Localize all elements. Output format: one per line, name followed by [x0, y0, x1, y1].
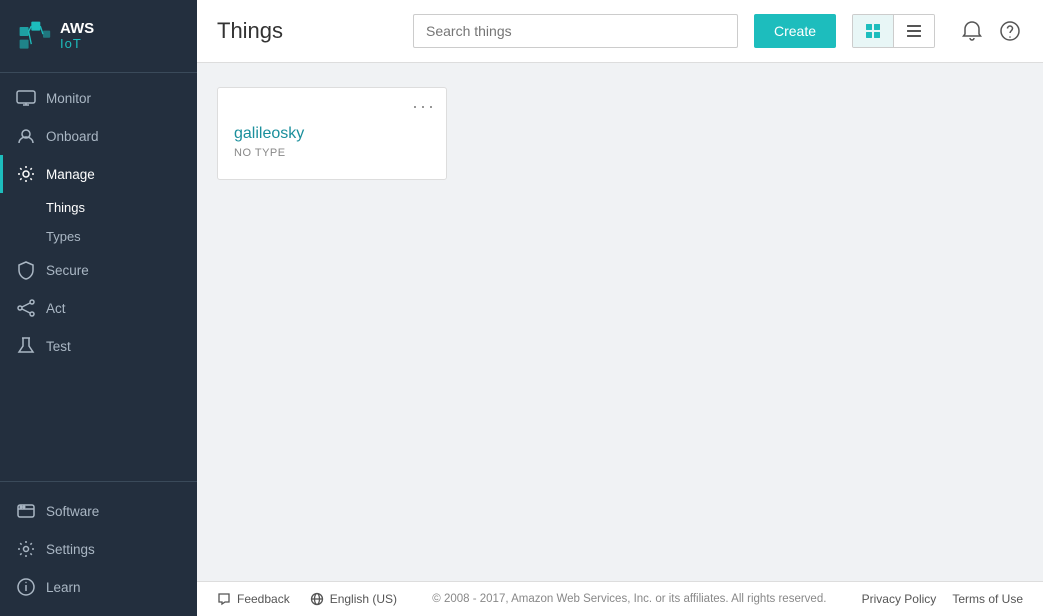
onboard-icon [16, 126, 36, 146]
help-icon [999, 20, 1021, 42]
act-icon [16, 298, 36, 318]
sidebar-item-monitor[interactable]: Monitor [0, 79, 197, 117]
test-icon [16, 336, 36, 356]
privacy-policy-link[interactable]: Privacy Policy [862, 592, 937, 606]
page-title: Things [217, 18, 397, 44]
view-toggle [852, 14, 935, 48]
language-link[interactable]: English (US) [310, 592, 397, 606]
terms-of-use-link[interactable]: Terms of Use [952, 592, 1023, 606]
settings-icon [16, 539, 36, 559]
logo-text: AWS IoT [60, 21, 94, 52]
topbar: Things Create [197, 0, 1043, 63]
sidebar-item-act[interactable]: Act [0, 289, 197, 327]
logo[interactable]: AWS IoT [0, 0, 197, 73]
sidebar-label-software: Software [46, 504, 99, 519]
sidebar-label-test: Test [46, 339, 71, 354]
thing-card-header: ··· [218, 88, 446, 121]
manage-subnav: Things Types [0, 193, 197, 251]
list-icon [906, 23, 922, 39]
sidebar-item-secure[interactable]: Secure [0, 251, 197, 289]
sidebar-label-monitor: Monitor [46, 91, 91, 106]
header-icons [959, 18, 1023, 44]
feedback-icon [217, 592, 231, 606]
notification-button[interactable] [959, 18, 985, 44]
sidebar-label-secure: Secure [46, 263, 89, 278]
create-button[interactable]: Create [754, 14, 836, 48]
aws-iot-logo-icon [16, 18, 52, 54]
footer-right: Privacy Policy Terms of Use [862, 592, 1023, 606]
sidebar-label-onboard: Onboard [46, 129, 99, 144]
main-content: Things Create [197, 0, 1043, 616]
feedback-link[interactable]: Feedback [217, 592, 290, 606]
sidebar-footer: Software Settings Learn [0, 481, 197, 616]
language-label: English (US) [330, 592, 397, 606]
search-input[interactable] [413, 14, 738, 48]
software-icon [16, 501, 36, 521]
list-view-button[interactable] [893, 15, 934, 47]
sidebar-item-settings[interactable]: Settings [0, 530, 197, 568]
sidebar-label-settings: Settings [46, 542, 95, 557]
thing-card: ··· galileosky NO TYPE [217, 87, 447, 180]
grid-view-button[interactable] [853, 15, 893, 47]
sidebar-item-types[interactable]: Types [46, 222, 197, 251]
sidebar-item-things[interactable]: Things [46, 193, 197, 222]
thing-card-body: galileosky NO TYPE [218, 121, 446, 179]
thing-card-menu-button[interactable]: ··· [412, 96, 436, 117]
footer-copyright: © 2008 - 2017, Amazon Web Services, Inc.… [432, 593, 826, 605]
sidebar-item-test[interactable]: Test [0, 327, 197, 365]
monitor-icon [16, 88, 36, 108]
content-area: ··· galileosky NO TYPE [197, 63, 1043, 581]
feedback-label: Feedback [237, 592, 290, 606]
sidebar-label-manage: Manage [46, 167, 95, 182]
logo-aws: AWS [60, 21, 94, 38]
sidebar-item-software[interactable]: Software [0, 492, 197, 530]
sidebar-nav: Monitor Onboard Manage Things [0, 73, 197, 481]
grid-icon [865, 23, 881, 39]
footer-left: Feedback English (US) [217, 592, 397, 606]
logo-iot: IoT [60, 37, 94, 51]
footer: Feedback English (US) © 2008 - 2017, Ama… [197, 581, 1043, 616]
sidebar-item-manage[interactable]: Manage [0, 155, 197, 193]
secure-icon [16, 260, 36, 280]
globe-icon [310, 592, 324, 606]
sidebar-label-act: Act [46, 301, 66, 316]
thing-name[interactable]: galileosky [234, 125, 430, 143]
sidebar-item-onboard[interactable]: Onboard [0, 117, 197, 155]
sidebar-item-learn[interactable]: Learn [0, 568, 197, 606]
bell-icon [961, 20, 983, 42]
page-title-area: Things [217, 18, 397, 44]
thing-type: NO TYPE [234, 147, 430, 159]
help-button[interactable] [997, 18, 1023, 44]
learn-icon [16, 577, 36, 597]
sidebar-label-learn: Learn [46, 580, 81, 595]
sidebar: AWS IoT Monitor Onboard [0, 0, 197, 616]
manage-icon [16, 164, 36, 184]
